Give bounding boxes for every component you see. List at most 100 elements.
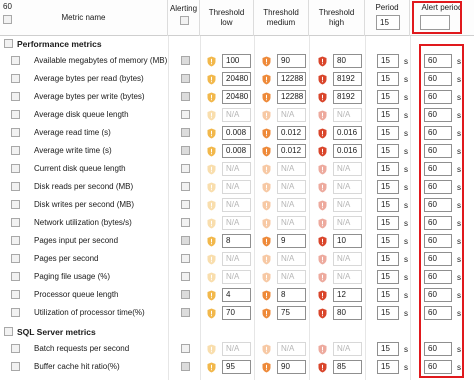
period-input[interactable]: 15 (377, 306, 399, 320)
threshold-low-input[interactable]: N/A (222, 216, 251, 230)
threshold-high-input[interactable]: 85 (333, 360, 362, 374)
metric-row[interactable]: Utilization of processor time(%) 70 75 80 15… (0, 304, 474, 322)
threshold-low-input[interactable]: 20480 (222, 90, 251, 104)
threshold-low-input[interactable]: 0.008 (222, 144, 251, 158)
period-input[interactable]: 15 (377, 54, 399, 68)
threshold-high-input[interactable]: 0.016 (333, 144, 362, 158)
threshold-high-input[interactable]: 8192 (333, 90, 362, 104)
threshold-medium-input[interactable]: 0.012 (277, 126, 306, 140)
alerting-checkbox[interactable] (181, 290, 190, 299)
row-select-checkbox[interactable] (11, 236, 20, 245)
alerting-checkbox[interactable] (181, 110, 190, 119)
row-select-checkbox[interactable] (11, 218, 20, 227)
period-input[interactable]: 15 (377, 288, 399, 302)
threshold-high-input[interactable]: 8192 (333, 72, 362, 86)
threshold-medium-input[interactable]: N/A (277, 198, 306, 212)
threshold-high-input[interactable]: N/A (333, 180, 362, 194)
threshold-high-input[interactable]: 12 (333, 288, 362, 302)
alerting-checkbox[interactable] (181, 128, 190, 137)
period-input[interactable]: 15 (377, 180, 399, 194)
period-input[interactable]: 15 (377, 342, 399, 356)
threshold-low-input[interactable]: 70 (222, 306, 251, 320)
alerting-checkbox[interactable] (181, 74, 190, 83)
threshold-high-input[interactable]: 80 (333, 54, 362, 68)
threshold-low-input[interactable]: N/A (222, 198, 251, 212)
threshold-low-input[interactable]: N/A (222, 342, 251, 356)
metric-row[interactable]: Paging file usage (%) N/A N/A N/A 15 s 60 s (0, 268, 474, 286)
row-select-checkbox[interactable] (11, 200, 20, 209)
metric-row[interactable]: Average read time (s) 0.008 0.012 0.016 15 s 6… (0, 124, 474, 142)
period-input[interactable]: 15 (377, 234, 399, 248)
alerting-checkbox[interactable] (181, 344, 190, 353)
threshold-medium-header[interactable]: Threshold medium (254, 0, 309, 36)
metric-row[interactable]: Network utilization (bytes/s) N/A N/A N/A 15… (0, 214, 474, 232)
threshold-high-input[interactable]: N/A (333, 216, 362, 230)
threshold-low-input[interactable]: N/A (222, 270, 251, 284)
period-input[interactable]: 15 (377, 126, 399, 140)
section-checkbox[interactable] (4, 39, 13, 48)
select-all-checkbox[interactable] (3, 15, 12, 24)
metric-row[interactable]: Average disk queue length N/A N/A N/A 15 s 60 s (0, 106, 474, 124)
alerting-checkbox[interactable] (181, 218, 190, 227)
alerting-all-checkbox[interactable] (180, 16, 189, 25)
threshold-medium-input[interactable]: N/A (277, 216, 306, 230)
threshold-high-input[interactable]: 0.016 (333, 126, 362, 140)
threshold-high-input[interactable]: N/A (333, 270, 362, 284)
threshold-low-input[interactable]: N/A (222, 162, 251, 176)
alerting-checkbox[interactable] (181, 254, 190, 263)
metric-row[interactable]: Average write time (s) 0.008 0.012 0.016 15 s… (0, 142, 474, 160)
period-input[interactable]: 15 (377, 144, 399, 158)
metric-row[interactable]: Buffer cache hit ratio(%) 95 90 85 15 s 60 s (0, 358, 474, 376)
period-input[interactable]: 15 (377, 360, 399, 374)
section-header[interactable]: SQL Server metrics (0, 324, 474, 340)
metric-row[interactable]: Pages input per second 8 9 10 15 s 60 s (0, 232, 474, 250)
period-input[interactable]: 15 (377, 252, 399, 266)
threshold-high-input[interactable]: N/A (333, 198, 362, 212)
metric-row[interactable]: Batch requests per second N/A N/A N/A 15 s 60 s (0, 340, 474, 358)
threshold-medium-input[interactable]: 8 (277, 288, 306, 302)
period-input[interactable]: 15 (377, 270, 399, 284)
alerting-checkbox[interactable] (181, 236, 190, 245)
metric-row[interactable]: Available megabytes of memory (MB) 100 90 8… (0, 52, 474, 70)
period-input[interactable]: 15 (377, 198, 399, 212)
alerting-checkbox[interactable] (181, 164, 190, 173)
period-input[interactable]: 15 (377, 162, 399, 176)
threshold-low-input[interactable]: 95 (222, 360, 251, 374)
row-select-checkbox[interactable] (11, 56, 20, 65)
period-input[interactable]: 15 (377, 90, 399, 104)
threshold-medium-input[interactable]: 12288 (277, 72, 306, 86)
threshold-low-header[interactable]: Threshold low (200, 0, 254, 36)
metric-row[interactable]: Disk writes per second (MB) N/A N/A N/A 15 s 6… (0, 196, 474, 214)
period-input[interactable]: 15 (377, 216, 399, 230)
alerting-checkbox[interactable] (181, 182, 190, 191)
threshold-medium-input[interactable]: N/A (277, 342, 306, 356)
threshold-medium-input[interactable]: 75 (277, 306, 306, 320)
alerting-checkbox[interactable] (181, 92, 190, 101)
threshold-low-input[interactable]: N/A (222, 108, 251, 122)
section-header[interactable]: Performance metrics (0, 36, 474, 52)
row-select-checkbox[interactable] (11, 74, 20, 83)
metric-row[interactable]: Processor queue length 4 8 12 15 s 60 s (0, 286, 474, 304)
row-select-checkbox[interactable] (11, 182, 20, 191)
metric-row[interactable]: Pages per second N/A N/A N/A 15 s 60 s (0, 250, 474, 268)
threshold-high-input[interactable]: N/A (333, 342, 362, 356)
threshold-low-input[interactable]: 20480 (222, 72, 251, 86)
threshold-low-input[interactable]: 0.008 (222, 126, 251, 140)
row-select-checkbox[interactable] (11, 128, 20, 137)
threshold-high-input[interactable]: N/A (333, 108, 362, 122)
metric-row[interactable]: Average bytes per read (bytes) 20480 12288… (0, 70, 474, 88)
alerting-checkbox[interactable] (181, 272, 190, 281)
threshold-low-input[interactable]: N/A (222, 180, 251, 194)
threshold-high-input[interactable]: N/A (333, 252, 362, 266)
metric-row[interactable]: Average bytes per write (bytes) 20480 1228… (0, 88, 474, 106)
row-select-checkbox[interactable] (11, 146, 20, 155)
threshold-medium-input[interactable]: 9 (277, 234, 306, 248)
period-default-input[interactable]: 15 (376, 15, 400, 30)
metric-row[interactable]: Current disk queue length N/A N/A N/A 15 s 60 s (0, 160, 474, 178)
threshold-medium-input[interactable]: N/A (277, 252, 306, 266)
threshold-high-header[interactable]: Threshold high (309, 0, 365, 36)
threshold-low-input[interactable]: 8 (222, 234, 251, 248)
alerting-checkbox[interactable] (181, 308, 190, 317)
alerting-checkbox[interactable] (181, 56, 190, 65)
threshold-medium-input[interactable]: N/A (277, 270, 306, 284)
